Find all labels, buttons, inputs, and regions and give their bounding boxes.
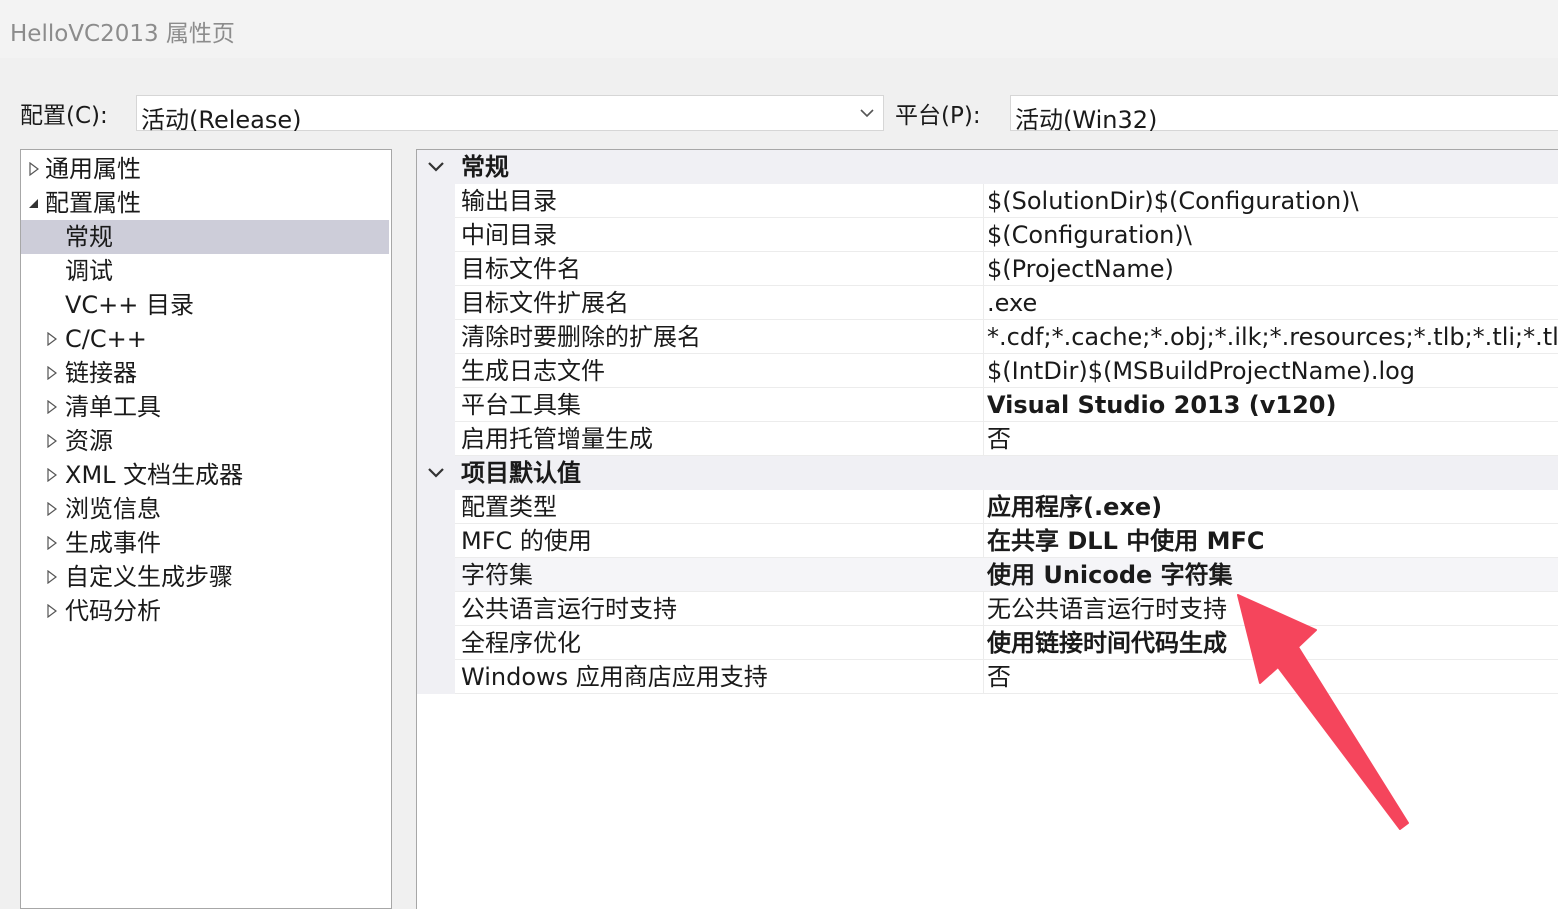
tree-item[interactable]: 浏览信息 [21, 492, 389, 526]
property-name: 公共语言运行时支持 [461, 595, 677, 623]
tree-item-label: 调试 [65, 257, 113, 285]
tree-item[interactable]: 调试 [21, 254, 389, 288]
property-name: 清除时要删除的扩展名 [461, 323, 701, 351]
property-row[interactable]: 配置类型 应用程序(.exe) [455, 490, 1558, 524]
tree-item[interactable]: 常规 [21, 220, 389, 254]
property-value[interactable]: 否 [987, 660, 1011, 694]
property-row[interactable]: 启用托管增量生成 否 [455, 422, 1558, 456]
tree-item[interactable]: 通用属性 [21, 152, 389, 186]
tree-item-label: 通用属性 [45, 155, 141, 183]
tree-item-label: 浏览信息 [65, 495, 161, 523]
tree-item-label: 常规 [65, 223, 113, 251]
expand-triangle-icon[interactable] [47, 468, 57, 482]
tree-item[interactable]: 链接器 [21, 356, 389, 390]
property-name: 中间目录 [461, 221, 557, 249]
row-gutter [417, 490, 455, 694]
row-gutter [417, 184, 455, 456]
property-value[interactable]: $(IntDir)$(MSBuildProjectName).log [987, 354, 1415, 388]
property-value[interactable]: 使用链接时间代码生成 [987, 626, 1227, 660]
property-row[interactable]: 目标文件名 $(ProjectName) [455, 252, 1558, 286]
tree-item-label: 代码分析 [65, 597, 161, 625]
expand-triangle-icon[interactable] [29, 162, 39, 176]
tree-item[interactable]: 生成事件 [21, 526, 389, 560]
property-row[interactable]: 平台工具集 Visual Studio 2013 (v120) [455, 388, 1558, 422]
category-header[interactable]: 项目默认值 [417, 456, 1558, 490]
tree-item-label: 自定义生成步骤 [65, 563, 233, 591]
property-name: 字符集 [461, 561, 533, 589]
tree-item-label: 链接器 [65, 359, 137, 387]
property-value[interactable]: 使用 Unicode 字符集 [987, 558, 1233, 592]
property-row[interactable]: 清除时要删除的扩展名 *.cdf;*.cache;*.obj;*.ilk;*.re… [455, 320, 1558, 354]
window-title: HelloVC2013 属性页 [10, 21, 235, 47]
property-value[interactable]: *.cdf;*.cache;*.obj;*.ilk;*.resources;*.… [987, 320, 1558, 354]
property-value[interactable]: .exe [987, 286, 1037, 320]
property-value[interactable]: 无公共语言运行时支持 [987, 592, 1227, 626]
chevron-down-icon [860, 109, 874, 118]
property-value[interactable]: 应用程序(.exe) [987, 490, 1162, 524]
property-row[interactable]: 输出目录 $(SolutionDir)$(Configuration)\ [455, 184, 1558, 218]
collapse-triangle-icon[interactable] [29, 196, 39, 210]
tree-item[interactable]: 自定义生成步骤 [21, 560, 389, 594]
property-name: 输出目录 [461, 187, 557, 215]
expand-triangle-icon[interactable] [47, 366, 57, 380]
expand-triangle-icon[interactable] [47, 604, 57, 618]
tree-item[interactable]: XML 文档生成器 [21, 458, 389, 492]
property-name: MFC 的使用 [461, 527, 592, 555]
property-name: 平台工具集 [461, 391, 581, 419]
config-label: 配置(C): [20, 103, 108, 129]
property-name: 配置类型 [461, 493, 557, 521]
chevron-down-icon[interactable] [427, 159, 445, 175]
expand-triangle-icon[interactable] [47, 400, 57, 414]
property-name: 生成日志文件 [461, 357, 605, 385]
category-label: 项目默认值 [461, 459, 581, 487]
property-row[interactable]: 目标文件扩展名 .exe [455, 286, 1558, 320]
expand-triangle-icon[interactable] [47, 434, 57, 448]
tree-item-label: 资源 [65, 427, 113, 455]
platform-dropdown[interactable]: 活动(Win32) [1010, 95, 1558, 134]
tree-item-label: 清单工具 [65, 393, 161, 421]
property-value[interactable]: $(SolutionDir)$(Configuration)\ [987, 184, 1359, 218]
tree-item-label: 生成事件 [65, 529, 161, 557]
tree-item-label: XML 文档生成器 [65, 461, 244, 489]
property-value[interactable]: Visual Studio 2013 (v120) [987, 388, 1336, 422]
tree-item-label: VC++ 目录 [65, 291, 195, 319]
property-value[interactable]: 在共享 DLL 中使用 MFC [987, 524, 1264, 558]
property-name: 目标文件扩展名 [461, 289, 629, 317]
tree-item[interactable]: VC++ 目录 [21, 288, 389, 322]
config-dropdown[interactable]: 活动(Release) [136, 95, 884, 134]
category-label: 常规 [461, 153, 509, 181]
property-row[interactable]: 生成日志文件 $(IntDir)$(MSBuildProjectName).log [455, 354, 1558, 388]
expand-triangle-icon[interactable] [47, 332, 57, 346]
config-dropdown-value: 活动(Release) [141, 106, 302, 134]
expand-triangle-icon[interactable] [47, 570, 57, 584]
property-value[interactable]: $(ProjectName) [987, 252, 1174, 286]
property-tree: 通用属性配置属性常规调试 VC++ 目录 C/C++ 链接器清单工具资源 XML 文档生… [20, 149, 392, 909]
property-name: 全程序优化 [461, 629, 581, 657]
platform-dropdown-value: 活动(Win32) [1015, 106, 1158, 134]
chevron-down-icon[interactable] [427, 465, 445, 481]
tree-item[interactable]: C/C++ [21, 322, 389, 356]
tree-item[interactable]: 清单工具 [21, 390, 389, 424]
category-header[interactable]: 常规 [417, 150, 1558, 184]
property-value[interactable]: 否 [987, 422, 1011, 456]
tree-item[interactable]: 代码分析 [21, 594, 389, 628]
property-row[interactable]: 中间目录 $(Configuration)\ [455, 218, 1558, 252]
platform-label: 平台(P): [895, 103, 981, 129]
property-row[interactable]: MFC 的使用 在共享 DLL 中使用 MFC [455, 524, 1558, 558]
expand-triangle-icon[interactable] [47, 536, 57, 550]
annotation-arrow-icon [1237, 594, 1409, 830]
tree-item-label: C/C++ [65, 325, 147, 353]
tree-item-label: 配置属性 [45, 189, 141, 217]
tree-item[interactable]: 资源 [21, 424, 389, 458]
title-bar: HelloVC2013 属性页 [0, 0, 1558, 58]
property-name: 目标文件名 [461, 255, 581, 283]
expand-triangle-icon[interactable] [47, 502, 57, 516]
property-value[interactable]: $(Configuration)\ [987, 218, 1192, 252]
property-name: Windows 应用商店应用支持 [461, 663, 768, 691]
property-name: 启用托管增量生成 [461, 425, 653, 453]
tree-item[interactable]: 配置属性 [21, 186, 389, 220]
